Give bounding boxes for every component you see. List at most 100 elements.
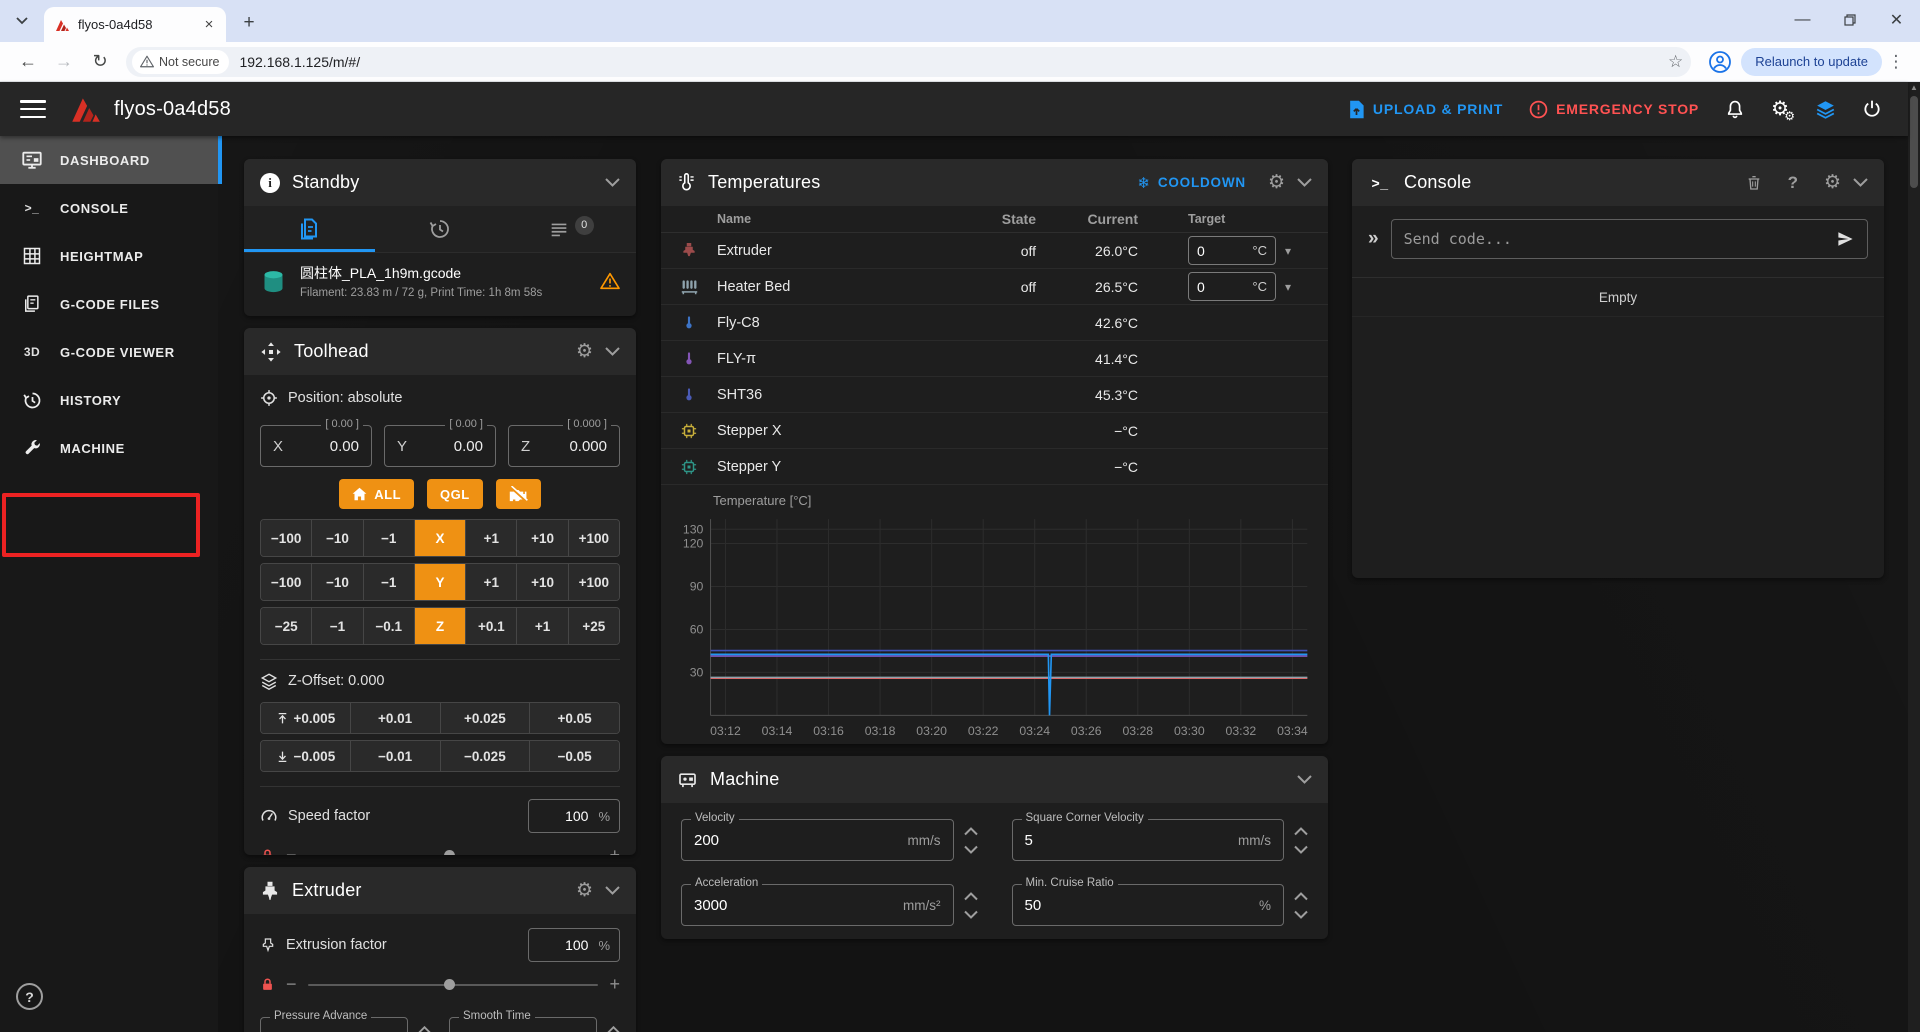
bookmark-star-icon[interactable]: ☆ — [1668, 52, 1683, 72]
browser-tab[interactable]: flyos-0a4d58 × — [44, 7, 226, 42]
tab-close-button[interactable]: × — [200, 16, 218, 34]
z-offset-down-button[interactable]: −0.01 — [350, 741, 440, 771]
machine-collapse-button[interactable] — [1297, 775, 1312, 784]
console-settings-button[interactable]: ⚙ — [1824, 173, 1841, 192]
z-offset-up-button[interactable]: +0.025 — [440, 703, 530, 733]
status-collapse-button[interactable] — [605, 178, 620, 187]
window-close-button[interactable]: ✕ — [1873, 0, 1920, 40]
sidebar-item-history[interactable]: HISTORY — [0, 376, 218, 424]
extruder-settings-button[interactable]: ⚙ — [576, 881, 593, 900]
temperatures-collapse-button[interactable] — [1297, 178, 1312, 187]
z-offset-down-button[interactable]: −0.025 — [440, 741, 530, 771]
jog-button[interactable]: +1 — [465, 564, 516, 600]
slider-thumb[interactable] — [444, 979, 455, 990]
reload-button[interactable]: ↻ — [84, 46, 116, 78]
slider-thumb[interactable] — [444, 850, 455, 856]
sidebar-item-heightmap[interactable]: HEIGHTMAP — [0, 232, 218, 280]
tab-reprint[interactable] — [244, 206, 375, 252]
sidebar-item-dashboard[interactable]: DASHBOARD — [0, 136, 218, 184]
upload-and-print-button[interactable]: UPLOAD & PRINT — [1348, 100, 1503, 119]
forward-button[interactable]: → — [48, 46, 80, 78]
browser-menu-button[interactable]: ⋮ — [1882, 52, 1910, 72]
x-position-field[interactable]: [ 0.00 ] X 0.00 — [260, 425, 372, 467]
cooldown-button[interactable]: ❄ COOLDOWN — [1137, 174, 1246, 192]
extrusion-decrease-button[interactable]: − — [286, 974, 297, 995]
axis-x-button[interactable]: X — [414, 520, 465, 556]
speed-factor-slider[interactable] — [308, 855, 599, 856]
jog-button[interactable]: −1 — [311, 608, 362, 644]
square-corner-velocity-input[interactable]: Square Corner Velocity 5 mm/s — [1012, 819, 1285, 861]
target-dropdown-caret[interactable]: ▾ — [1285, 280, 1291, 294]
jog-button[interactable]: −10 — [311, 564, 362, 600]
temperature-row-extruder[interactable]: Extruder off 26.0°C 0 °C ▾ — [661, 233, 1328, 269]
qgl-button[interactable]: QGL — [427, 479, 483, 509]
motors-off-button[interactable] — [496, 479, 541, 509]
extruder-collapse-button[interactable] — [605, 886, 620, 895]
temperature-row-sht36[interactable]: SHT36 45.3°C — [661, 377, 1328, 413]
speed-decrease-button[interactable]: − — [286, 845, 297, 855]
last-job-row[interactable]: 圆柱体_PLA_1h9m.gcode Filament: 23.83 m / 7… — [244, 253, 636, 311]
z-offset-down-button[interactable]: −0.05 — [529, 741, 619, 771]
console-clear-button[interactable] — [1746, 174, 1762, 192]
tab-history[interactable] — [375, 206, 506, 252]
heater-bed-target-input[interactable]: 0 °C — [1188, 272, 1276, 301]
sidebar-item-console[interactable]: >_ CONSOLE — [0, 184, 218, 232]
temperature-row-stepper-x[interactable]: Stepper X −°C — [661, 413, 1328, 449]
back-button[interactable]: ← — [12, 46, 44, 78]
tab-search-button[interactable] — [8, 8, 36, 34]
step-down-button[interactable] — [964, 845, 978, 854]
jog-button[interactable]: −0.1 — [363, 608, 414, 644]
extrusion-factor-input[interactable]: 100 % — [528, 928, 620, 962]
extrusion-factor-slider[interactable] — [308, 984, 599, 986]
temperature-row-heater-bed[interactable]: Heater Bed off 26.5°C 0 °C ▾ — [661, 269, 1328, 305]
toolhead-collapse-button[interactable] — [605, 347, 620, 356]
step-up-button[interactable] — [964, 827, 978, 836]
jog-button[interactable]: −25 — [261, 608, 311, 644]
axis-y-button[interactable]: Y — [414, 564, 465, 600]
console-help-button[interactable]: ? — [1788, 173, 1798, 193]
address-bar[interactable]: Not secure 192.168.1.125/m/#/ ☆ — [126, 47, 1691, 77]
jog-button[interactable]: +100 — [568, 520, 619, 556]
min-cruise-ratio-input[interactable]: Min. Cruise Ratio 50 % — [1012, 884, 1285, 926]
z-offset-up-button[interactable]: +0.005 — [261, 703, 350, 733]
step-up-button[interactable] — [1294, 892, 1308, 901]
z-offset-up-button[interactable]: +0.01 — [350, 703, 440, 733]
temperature-row-stepper-y[interactable]: Stepper Y −°C — [661, 449, 1328, 485]
jog-button[interactable]: +25 — [568, 608, 619, 644]
send-icon[interactable] — [1836, 230, 1855, 248]
jog-button[interactable]: +100 — [568, 564, 619, 600]
y-position-field[interactable]: [ 0.00 ] Y 0.00 — [384, 425, 496, 467]
step-down-button[interactable] — [964, 910, 978, 919]
status-panel-header[interactable]: i Standby — [244, 159, 636, 206]
jog-button[interactable]: +10 — [516, 564, 567, 600]
temperatures-settings-button[interactable]: ⚙ — [1268, 173, 1285, 192]
window-minimize-button[interactable]: — — [1779, 0, 1826, 40]
relaunch-update-button[interactable]: Relaunch to update — [1741, 48, 1882, 76]
z-offset-up-button[interactable]: +0.05 — [529, 703, 619, 733]
smooth-time-input[interactable]: Smooth Time 0.04 s — [449, 1017, 597, 1032]
scroll-up-arrow[interactable]: ▲ — [1910, 84, 1918, 92]
step-up-button[interactable] — [1294, 827, 1308, 836]
jog-button[interactable]: +1 — [465, 520, 516, 556]
services-button[interactable]: ⚙ ⚙ — [1771, 99, 1789, 119]
lock-icon[interactable] — [260, 848, 275, 855]
z-position-field[interactable]: [ 0.000 ] Z 0.000 — [508, 425, 620, 467]
sidebar-item-gcode-viewer[interactable]: 3D G-CODE VIEWER — [0, 328, 218, 376]
axis-z-button[interactable]: Z — [414, 608, 465, 644]
layers-button[interactable] — [1815, 99, 1836, 120]
z-offset-down-button[interactable]: −0.005 — [261, 741, 350, 771]
step-up-button[interactable] — [964, 892, 978, 901]
step-down-button[interactable] — [1294, 845, 1308, 854]
tab-job-queue[interactable]: 0 — [505, 206, 636, 252]
notifications-button[interactable] — [1725, 99, 1745, 120]
extrusion-increase-button[interactable]: + — [609, 974, 620, 995]
speed-factor-input[interactable]: 100 % — [528, 799, 620, 833]
home-all-button[interactable]: ALL — [339, 479, 414, 509]
toolhead-settings-button[interactable]: ⚙ — [576, 342, 593, 361]
temperature-row-fly-pi[interactable]: FLY-π 41.4°C — [661, 341, 1328, 377]
extruder-target-input[interactable]: 0 °C — [1188, 236, 1276, 265]
pressure-advance-input[interactable]: Pressure Advance 0.05 s — [260, 1017, 408, 1032]
scrollbar-thumb[interactable] — [1910, 96, 1918, 188]
jog-button[interactable]: −1 — [363, 520, 414, 556]
velocity-input[interactable]: Velocity 200 mm/s — [681, 819, 954, 861]
